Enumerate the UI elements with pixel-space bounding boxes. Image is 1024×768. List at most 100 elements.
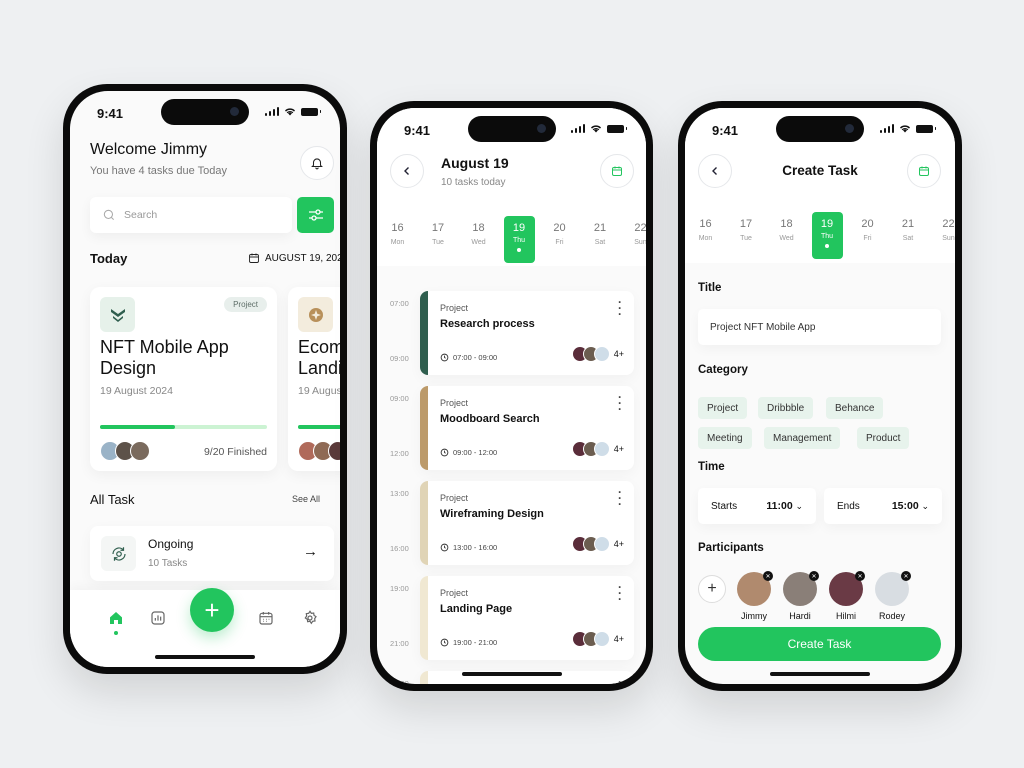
event-card[interactable]: Project Wireframing Design · · · 13:00 - 16… (420, 481, 634, 565)
member-count: 4+ (613, 444, 624, 454)
ongoing-count: 10 Tasks (148, 558, 188, 569)
calendar-icon (919, 166, 929, 176)
participant-name: Hardi (789, 611, 811, 621)
project-card[interactable]: Project NFT Mobile App Design 19 August … (90, 287, 277, 471)
member-avatars (572, 441, 610, 457)
project-date: 19 August 2024 (100, 385, 173, 397)
schedule-screen: 9:41 August 19 10 tasks today 16 Mon 17 Tue… (377, 108, 646, 684)
date-item[interactable]: 22 Sun (625, 222, 646, 246)
date-item-selected[interactable]: 19 Thu (811, 212, 843, 259)
battery-icon (916, 124, 936, 133)
clock-icon (440, 543, 449, 552)
avatar: ✕ (829, 571, 865, 606)
clock-icon (440, 448, 449, 457)
active-indicator (114, 631, 118, 635)
remove-icon[interactable]: ✕ (763, 571, 773, 581)
schedule-title: August 19 (441, 155, 509, 171)
start-time-select[interactable]: Starts 11:00 ⌄ (698, 488, 816, 524)
nav-stats[interactable] (148, 608, 168, 628)
clock-icon (440, 638, 449, 647)
remove-icon[interactable]: ✕ (901, 571, 911, 581)
event-card[interactable]: Project Landing Page · · · 19:00 - 21:00 4+ (420, 576, 634, 660)
participant[interactable]: ✕ Hardi (783, 571, 819, 621)
calendar-button[interactable] (600, 154, 634, 188)
date-item[interactable]: 18 Wed (771, 218, 802, 242)
event-category: Project (440, 398, 469, 408)
category-chip[interactable]: Product (857, 427, 910, 449)
date-item-selected[interactable]: 19 Thu (503, 216, 535, 263)
remove-icon[interactable]: ✕ (809, 571, 819, 581)
event-name: Research process (440, 318, 535, 330)
date-item[interactable]: 21 Sat (893, 218, 924, 242)
event-card[interactable]: Project Moodboard Search · · · 09:00 - 12:0… (420, 386, 634, 470)
nav-calendar[interactable] (256, 608, 276, 628)
today-heading: Today (90, 251, 128, 266)
status-bar: 9:41 (685, 108, 955, 148)
event-card[interactable]: Project Research process · · · 07:00 - 09:0… (420, 291, 634, 375)
see-all-link[interactable]: See All (292, 494, 320, 504)
date-item[interactable]: 16 Mon (382, 222, 413, 246)
category-chip[interactable]: Management (764, 427, 841, 449)
more-options-icon[interactable]: ··· (618, 676, 622, 684)
date-item[interactable]: 20 Fri (852, 218, 883, 242)
date-item[interactable]: 22 Sun (933, 218, 955, 242)
weekday: Tue (740, 235, 752, 242)
event-time-range: 07:00 - 09:00 (453, 353, 498, 362)
time-label: 07:00 (390, 299, 409, 308)
weekday: Sun (634, 239, 646, 246)
category-chip[interactable]: Behance (826, 397, 884, 419)
bell-icon (311, 158, 323, 170)
ongoing-task-item[interactable]: Ongoing 10 Tasks → (90, 526, 334, 581)
nav-settings[interactable] (300, 608, 320, 628)
add-task-button[interactable]: + (190, 588, 234, 632)
progress-bar (298, 425, 340, 429)
time-label: Time (698, 461, 725, 473)
battery-icon (607, 124, 627, 133)
status-bar: 9:41 (377, 108, 646, 148)
chart-icon (151, 611, 165, 625)
more-options-icon[interactable]: ··· (618, 296, 622, 320)
weekday: Sun (942, 235, 955, 242)
member-avatars (100, 441, 150, 461)
add-participant-button[interactable]: + (698, 575, 726, 603)
date-item[interactable]: 18 Wed (463, 222, 494, 246)
date-item[interactable]: 16 Mon (690, 218, 721, 242)
participant[interactable]: ✕ Rodey (875, 571, 911, 621)
nav-home[interactable] (106, 608, 126, 628)
chevron-left-icon (404, 167, 409, 175)
date-item[interactable]: 20 Fri (544, 222, 575, 246)
date-number: 20 (861, 218, 874, 230)
date-item[interactable]: 17 Tue (423, 222, 454, 246)
filter-button[interactable] (297, 197, 334, 233)
date-number: 16 (391, 222, 404, 234)
remove-icon[interactable]: ✕ (855, 571, 865, 581)
participant-name: Rodey (878, 611, 905, 621)
more-options-icon[interactable]: ··· (618, 581, 622, 605)
avatar: ✕ (783, 571, 819, 606)
participant-name: Jimmy (741, 611, 767, 621)
date-item[interactable]: 17 Tue (731, 218, 762, 242)
member-count: 4+ (613, 634, 624, 644)
more-options-icon[interactable]: ··· (618, 391, 622, 415)
date-item[interactable]: 21 Sat (585, 222, 616, 246)
participant[interactable]: ✕ Jimmy (737, 571, 773, 621)
category-chip[interactable]: Project (698, 397, 748, 419)
search-input[interactable]: Search (90, 197, 292, 233)
calendar-button[interactable] (907, 154, 941, 188)
category-chip[interactable]: Dribbble (758, 397, 814, 419)
project-card[interactable]: Ecommerce Landing 19 August (288, 287, 340, 471)
title-input[interactable]: Project NFT Mobile App (698, 309, 941, 345)
time-label: 09:00 (390, 394, 409, 403)
back-button[interactable] (390, 154, 424, 188)
more-options-icon[interactable]: ··· (618, 486, 622, 510)
end-time-select[interactable]: Ends 15:00 ⌄ (824, 488, 942, 524)
category-chip[interactable]: Meeting (698, 427, 752, 449)
member-avatars (572, 536, 610, 552)
status-time: 9:41 (712, 123, 739, 138)
status-time: 9:41 (97, 106, 124, 121)
participant[interactable]: ✕ Hilmi (829, 571, 865, 621)
date-number: 17 (739, 218, 753, 230)
event-category: Project (440, 493, 469, 503)
create-task-button[interactable]: Create Task (698, 627, 941, 661)
notification-button[interactable] (300, 146, 334, 180)
